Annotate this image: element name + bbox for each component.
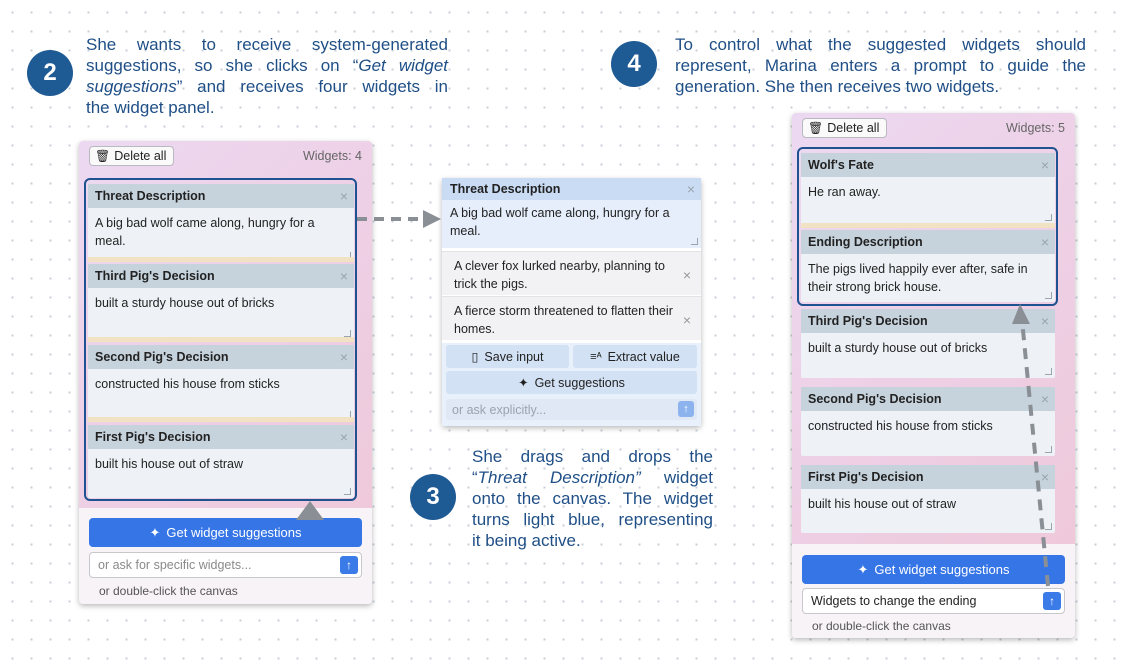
panel-header: 🗑 Delete all Widgets: 5 <box>792 113 1075 143</box>
bookmark-icon: ▯ <box>471 350 479 364</box>
double-click-hint: or double-click the canvas <box>812 619 951 633</box>
step-2-description: She wants to receive system-generated su… <box>86 35 449 117</box>
step-3-badge: 3 <box>410 474 456 520</box>
active-widget[interactable]: Threat Description × A big bad wolf came… <box>442 178 701 426</box>
drag-up-arrow <box>296 501 324 520</box>
left-widget-panel: 🗑 Delete all Widgets: 4 Threat Descripti… <box>79 141 372 604</box>
suggestion-item[interactable]: A fierce storm threatened to flatten the… <box>442 296 701 340</box>
step-4-description: To control what the suggested widgets sh… <box>675 35 1086 96</box>
extract-value-button[interactable]: ≡ᴬ Extract value <box>573 345 697 368</box>
sparkle-icon: ✦ <box>857 561 869 577</box>
suggestion-item[interactable]: A clever fox lurked nearby, planning to … <box>442 251 701 295</box>
resize-handle-icon[interactable] <box>691 238 698 245</box>
widget-group-frame <box>84 178 357 501</box>
close-icon[interactable]: × <box>683 266 691 284</box>
step-4-badge: 4 <box>611 41 657 87</box>
get-suggestions-button[interactable]: ✦ Get suggestions <box>446 371 697 394</box>
step-2-badge: 2 <box>27 50 73 96</box>
close-icon[interactable]: × <box>687 181 695 197</box>
send-arrow-icon[interactable]: ↑ <box>678 401 694 417</box>
step-3-description: She drags and drops the “Threat Descript… <box>472 447 713 550</box>
widgets-count: Widgets: 4 <box>302 149 362 163</box>
send-arrow-icon[interactable]: ↑ <box>1043 592 1061 610</box>
active-widget-actions: ▯ Save input ≡ᴬ Extract value ✦ Get sugg… <box>442 343 701 426</box>
ask-explicitly-input[interactable]: or ask explicitly... ↑ <box>446 399 697 420</box>
ask-widgets-input[interactable]: or ask for specific widgets... ↑ <box>89 552 362 578</box>
get-widget-suggestions-button[interactable]: ✦ Get widget suggestions <box>89 518 362 547</box>
active-widget-value[interactable]: A big bad wolf came along, hungry for a … <box>442 200 701 248</box>
extract-icon: ≡ᴬ <box>590 350 602 363</box>
save-input-button[interactable]: ▯ Save input <box>446 345 569 368</box>
delete-all-button[interactable]: 🗑 Delete all <box>89 146 175 166</box>
trash-icon: 🗑 <box>95 149 111 163</box>
ask-widgets-input[interactable]: Widgets to change the ending ↑ <box>802 588 1065 614</box>
drag-arrow <box>357 210 441 228</box>
panel-footer: ✦ Get widget suggestions or ask for spec… <box>79 508 372 604</box>
sparkle-icon: ✦ <box>518 376 529 390</box>
sparkle-icon: ✦ <box>149 524 161 540</box>
active-widget-title: Threat Description <box>442 178 701 200</box>
double-click-hint: or double-click the canvas <box>99 584 238 598</box>
send-arrow-icon[interactable]: ↑ <box>340 556 358 574</box>
prompt-arrow <box>1012 304 1050 587</box>
widgets-count: Widgets: 5 <box>1005 121 1065 135</box>
panel-header: 🗑 Delete all Widgets: 4 <box>79 141 372 171</box>
delete-all-button[interactable]: 🗑 Delete all <box>802 118 888 138</box>
close-icon[interactable]: × <box>683 311 691 329</box>
trash-icon: 🗑 <box>808 121 824 135</box>
new-widgets-frame <box>797 147 1058 306</box>
